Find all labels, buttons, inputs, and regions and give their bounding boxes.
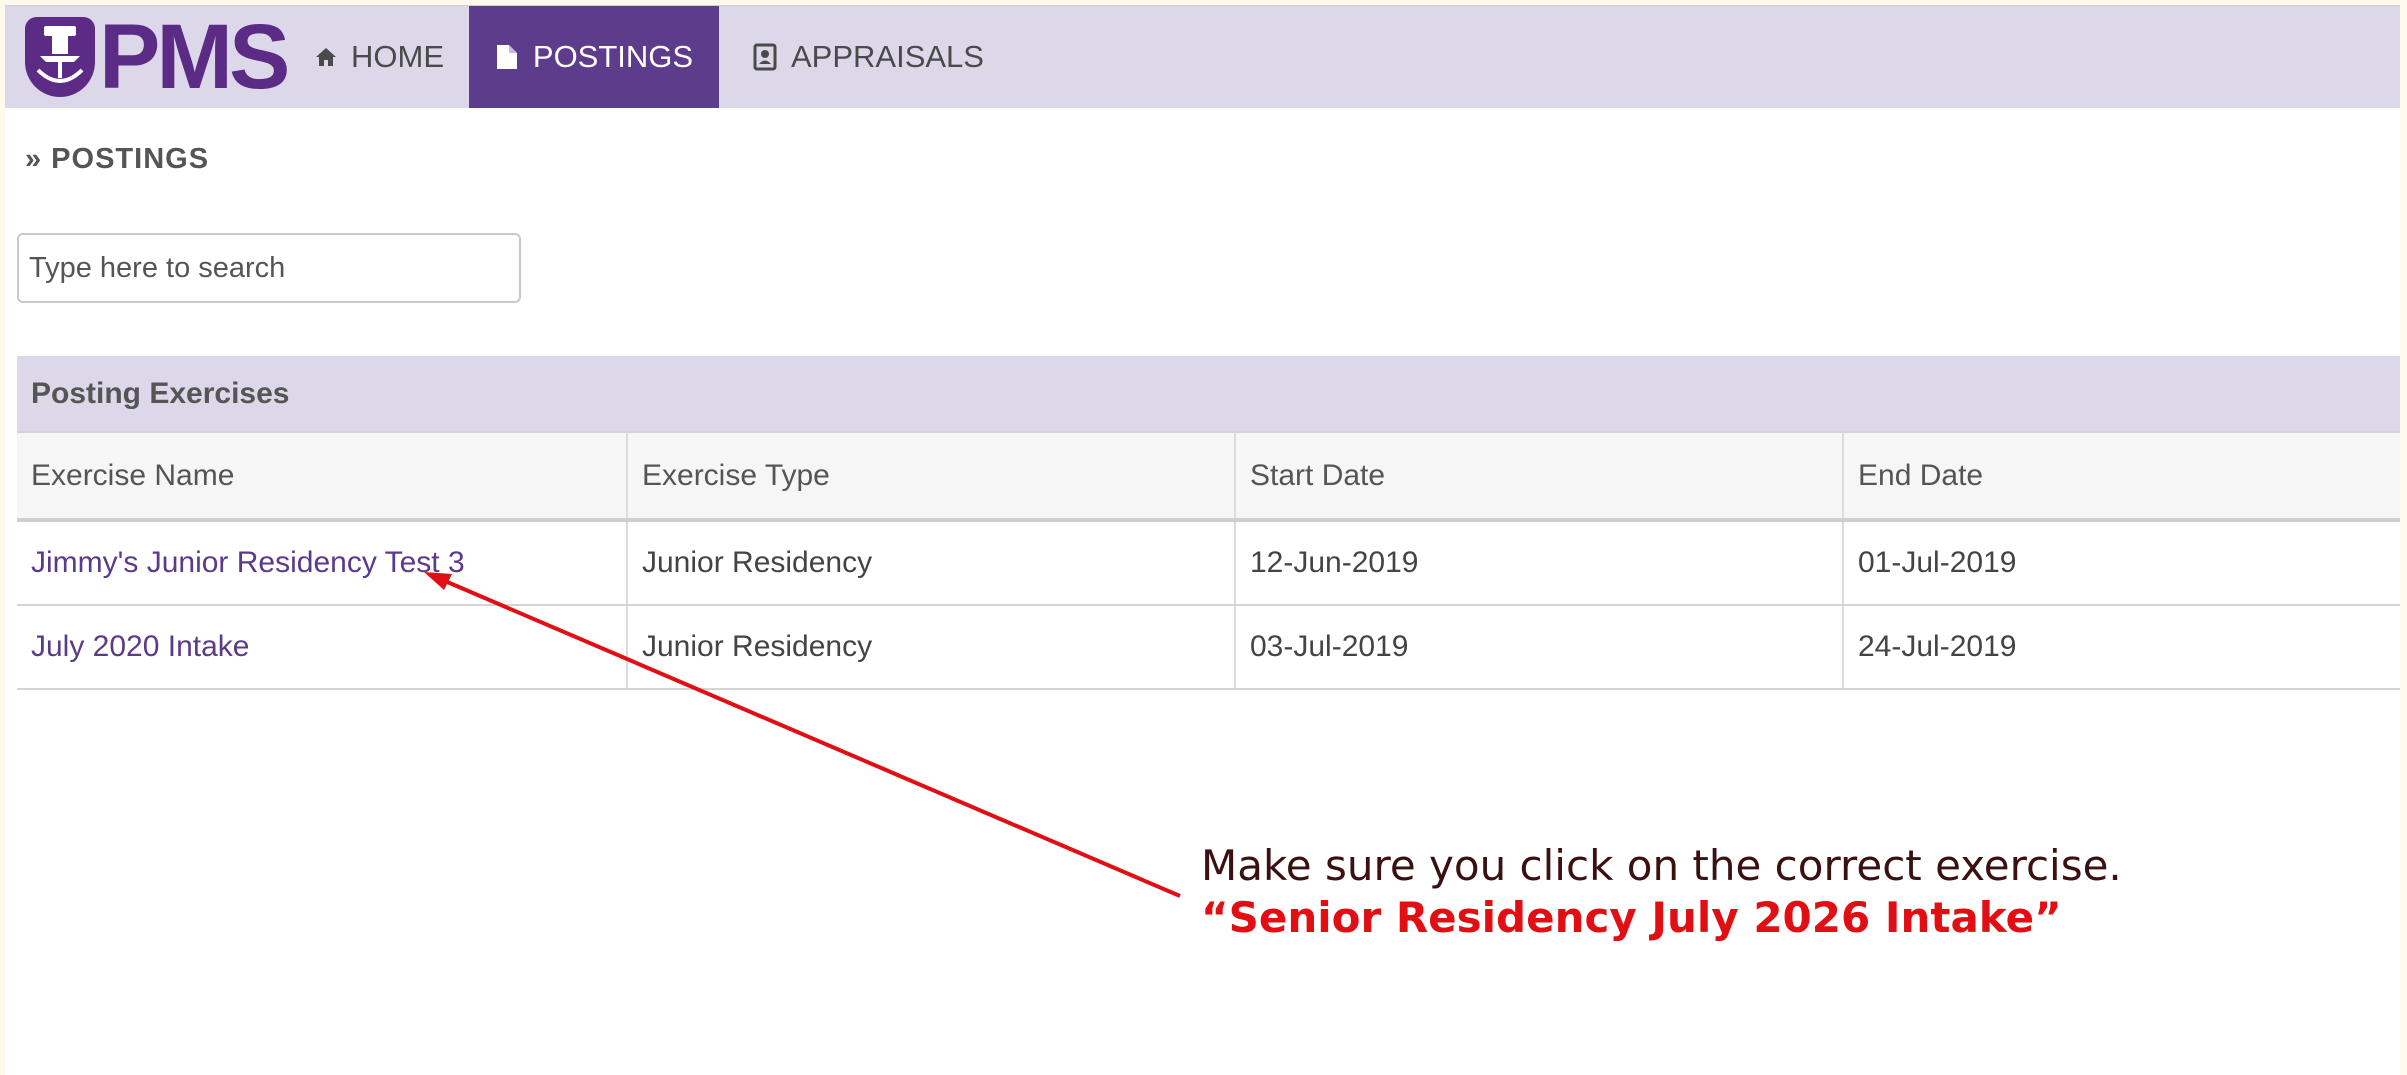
exercise-type-cell: Junior Residency [626, 605, 1235, 690]
column-header-exercise-type[interactable]: Exercise Type [626, 431, 1235, 522]
table-row[interactable]: July 2020 Intake Junior Residency 03-Jul… [17, 605, 2400, 690]
id-card-icon [753, 43, 777, 71]
column-header-start-date[interactable]: Start Date [1234, 431, 1843, 522]
nav-postings-label: POSTINGS [532, 39, 694, 74]
annotation-line1: Make sure you click on the correct exerc… [1201, 841, 2122, 890]
logo-text: PMS [99, 6, 290, 108]
table-row[interactable]: Jimmy's Junior Residency Test 3 Junior R… [17, 520, 2400, 606]
nav-home-label: HOME [351, 39, 444, 74]
nav-appraisals-label: APPRAISALS [791, 39, 984, 74]
column-header-end-date[interactable]: End Date [1842, 431, 2400, 522]
table-header-row: Exercise Name Exercise Type Start Date E… [17, 431, 2400, 522]
nav-appraisals[interactable]: APPRAISALS [753, 6, 984, 108]
exercise-type-cell: Junior Residency [626, 520, 1235, 606]
breadcrumb: » POSTINGS [25, 143, 210, 175]
home-icon [315, 46, 337, 68]
nav-home[interactable]: HOME [315, 6, 444, 108]
nav-postings[interactable]: POSTINGS [469, 6, 719, 108]
pushpin-shield-icon [25, 17, 95, 97]
document-icon [495, 43, 519, 71]
column-header-exercise-name[interactable]: Exercise Name [17, 431, 627, 522]
app-logo[interactable]: PMS [25, 6, 290, 108]
top-navigation: PMS HOME POSTINGS APPRAISALS [5, 6, 2400, 108]
start-date-cell: 12-Jun-2019 [1234, 520, 1843, 606]
start-date-cell: 03-Jul-2019 [1234, 605, 1843, 690]
posting-exercises-table: Exercise Name Exercise Type Start Date E… [17, 431, 2400, 690]
annotation-note: Make sure you click on the correct exerc… [1201, 840, 2122, 944]
table-title: Posting Exercises [17, 356, 2400, 431]
exercise-name-link[interactable]: July 2020 Intake [17, 605, 627, 690]
exercise-name-link[interactable]: Jimmy's Junior Residency Test 3 [17, 520, 627, 606]
end-date-cell: 24-Jul-2019 [1842, 605, 2400, 690]
annotation-line2: “Senior Residency July 2026 Intake” [1201, 893, 2062, 942]
end-date-cell: 01-Jul-2019 [1842, 520, 2400, 606]
search-input[interactable] [17, 233, 521, 303]
